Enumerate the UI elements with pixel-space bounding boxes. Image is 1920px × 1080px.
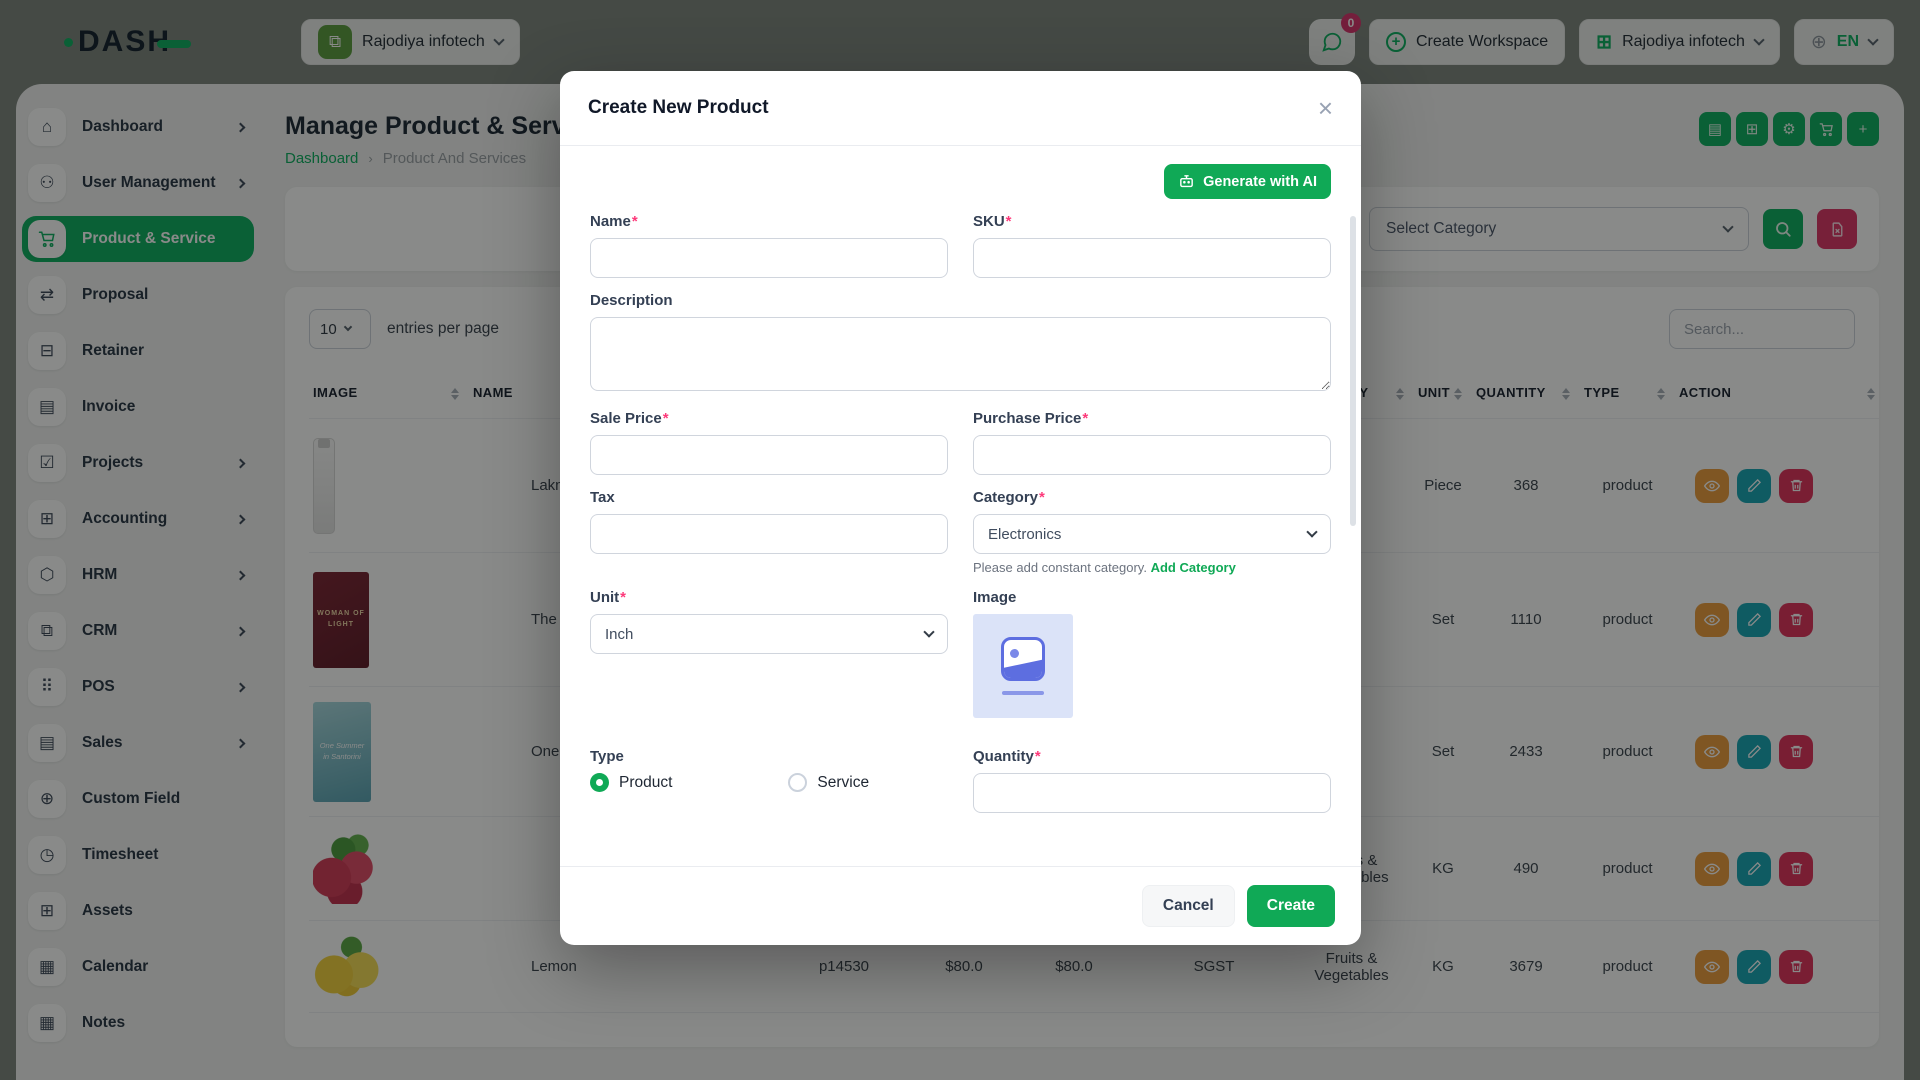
type-radio-service[interactable]: Service xyxy=(788,773,869,792)
image-label: Image xyxy=(973,589,1331,606)
type-label: Type xyxy=(590,748,948,765)
purchase-price-field[interactable] xyxy=(973,435,1331,475)
category-select[interactable]: Electronics xyxy=(973,514,1331,554)
description-field[interactable] xyxy=(590,317,1331,391)
quantity-field[interactable] xyxy=(973,773,1331,813)
name-label: Name* xyxy=(590,213,948,230)
radio-checked-icon xyxy=(590,773,609,792)
category-hint: Please add constant category. Add Catego… xyxy=(973,560,1331,575)
category-label: Category* xyxy=(973,489,1331,506)
image-icon xyxy=(1001,637,1045,681)
sku-field[interactable] xyxy=(973,238,1331,278)
cancel-button[interactable]: Cancel xyxy=(1142,885,1235,927)
create-product-modal: Create New Product × Generate with AI Na… xyxy=(560,71,1361,945)
unit-select[interactable]: Inch xyxy=(590,614,948,654)
image-upload[interactable] xyxy=(973,614,1073,718)
name-field[interactable] xyxy=(590,238,948,278)
description-label: Description xyxy=(590,292,1331,309)
type-radio-product[interactable]: Product xyxy=(590,773,672,792)
modal-scrollbar[interactable] xyxy=(1350,216,1356,526)
purchase-price-label: Purchase Price* xyxy=(973,410,1331,427)
sale-price-label: Sale Price* xyxy=(590,410,948,427)
sale-price-field[interactable] xyxy=(590,435,948,475)
add-category-link[interactable]: Add Category xyxy=(1151,560,1236,575)
robot-icon xyxy=(1178,173,1195,190)
tax-label: Tax xyxy=(590,489,948,506)
close-icon[interactable]: × xyxy=(1318,95,1333,121)
radio-unchecked-icon xyxy=(788,773,807,792)
sku-label: SKU* xyxy=(973,213,1331,230)
quantity-label: Quantity* xyxy=(973,748,1331,765)
tax-field[interactable] xyxy=(590,514,948,554)
chevron-down-icon xyxy=(1306,526,1317,537)
create-button[interactable]: Create xyxy=(1247,885,1335,927)
generate-with-ai-button[interactable]: Generate with AI xyxy=(1164,164,1331,199)
choose-file-caption xyxy=(1002,691,1044,695)
unit-label: Unit* xyxy=(590,589,948,606)
chevron-down-icon xyxy=(923,626,934,637)
modal-title: Create New Product xyxy=(588,97,769,119)
